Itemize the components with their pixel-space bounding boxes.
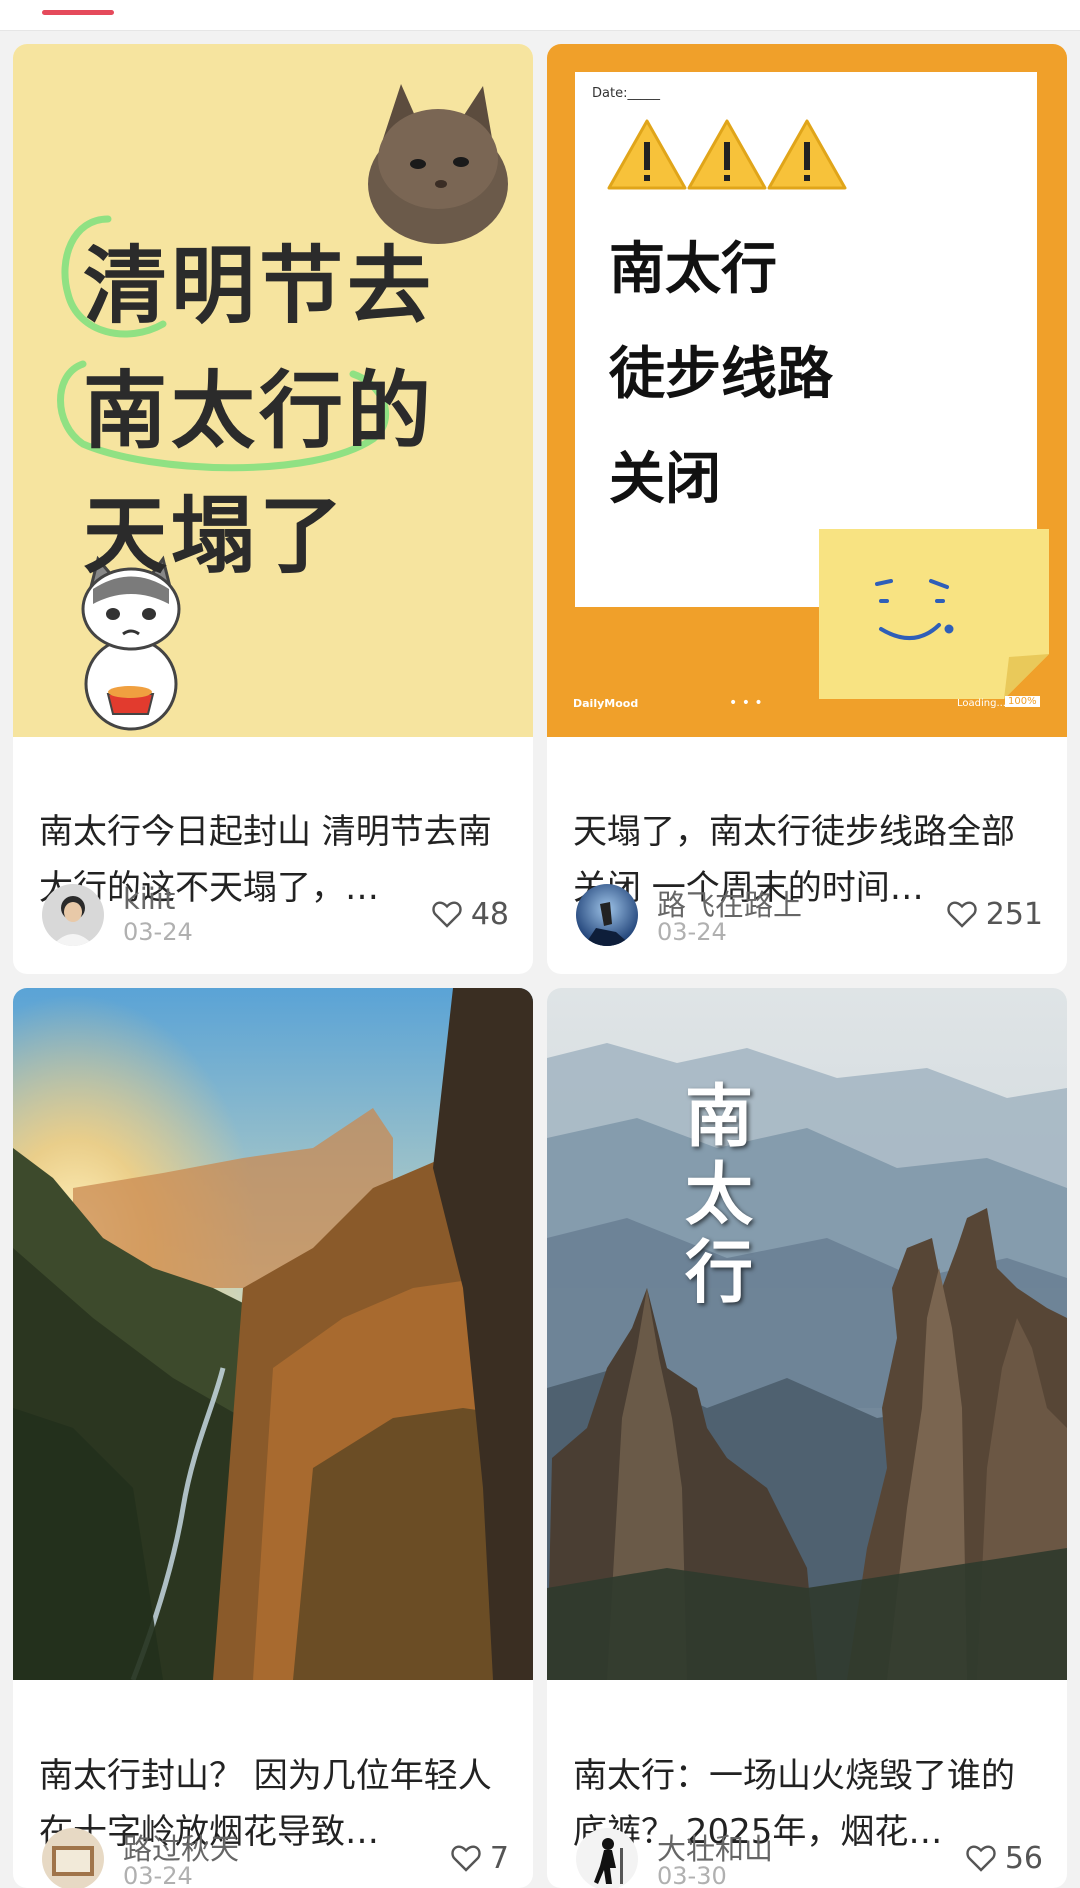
like-button[interactable]: 56 — [963, 1840, 1043, 1876]
mountain-peaks-photo — [547, 988, 1067, 1680]
pagination-dots: • • • — [729, 695, 763, 711]
top-tab-bar — [0, 0, 1080, 31]
note-card[interactable]: 清明节去 南太行的 天塌了 南太行今日起封山 清明节去南太行的这不天塌了，… k… — [13, 44, 533, 974]
like-count: 251 — [985, 896, 1043, 932]
note-cover-image[interactable]: 南太行 — [547, 988, 1067, 1680]
cover-headline-line-1: 南太行 — [609, 237, 777, 302]
post-date: 03-24 — [657, 918, 727, 946]
note-cover-image[interactable] — [13, 988, 533, 1680]
active-tab-indicator — [42, 10, 114, 15]
cover-date-label: Date:_____ — [592, 86, 660, 101]
like-button[interactable]: 48 — [429, 896, 509, 932]
note-card[interactable]: Date:_____ 南太行 徒步线路 关闭 DailyMood • • • L… — [547, 44, 1067, 974]
like-count: 56 — [1004, 1840, 1043, 1876]
warning-icon — [607, 119, 687, 190]
cover-vertical-title: 南太行 — [685, 1077, 754, 1313]
cover-headline-line-1: 清明节去 — [83, 237, 436, 335]
sticky-note — [819, 529, 1049, 699]
like-button[interactable]: 251 — [944, 896, 1043, 932]
note-card[interactable]: 南太行 南太行：一场山火烧毁了谁的底裤？ 2025年，烟花… 大壮和山 03-3… — [547, 988, 1067, 1888]
note-cover-image[interactable]: 清明节去 南太行的 天塌了 — [13, 44, 533, 737]
loading-label: Loading... — [957, 698, 1006, 709]
like-button[interactable]: 7 — [448, 1840, 509, 1876]
post-date: 03-24 — [123, 1862, 193, 1888]
cover-headline-line-3: 天塌了 — [83, 487, 348, 585]
loading-percent: 100% — [1005, 696, 1040, 707]
heart-icon — [432, 901, 462, 928]
like-count: 7 — [489, 1840, 509, 1876]
heart-icon — [966, 1845, 996, 1872]
note-cover-image[interactable]: Date:_____ 南太行 徒步线路 关闭 DailyMood • • • L… — [547, 44, 1067, 737]
note-card[interactable]: 南太行封山？ 因为几位年轻人在十字岭放烟花导致… 路过秋天 03-24 7 — [13, 988, 533, 1888]
heart-icon — [451, 1845, 481, 1872]
author-avatar[interactable] — [42, 1828, 104, 1888]
like-count: 48 — [470, 896, 509, 932]
warning-icon — [767, 119, 847, 190]
cat-photo — [365, 69, 508, 244]
cover-headline-line-3: 关闭 — [609, 447, 721, 512]
post-date: 03-30 — [657, 1862, 727, 1888]
author-avatar[interactable] — [576, 884, 638, 946]
cover-headline-line-2: 徒步线路 — [609, 342, 833, 407]
author-avatar[interactable] — [42, 884, 104, 946]
heart-icon — [947, 901, 977, 928]
warning-icon — [687, 119, 767, 190]
post-date: 03-24 — [123, 918, 193, 946]
cover-headline-line-2: 南太行的 — [83, 362, 436, 460]
note-title[interactable]: 南太行封山？ 因为几位年轻人在十字岭放烟花导致… — [39, 1748, 509, 1860]
warning-icons — [607, 119, 847, 190]
author-name[interactable]: kiiit — [123, 882, 175, 916]
author-avatar[interactable] — [576, 1828, 638, 1888]
brand-label: DailyMood — [573, 697, 639, 710]
canyon-sunset-photo — [13, 988, 533, 1680]
